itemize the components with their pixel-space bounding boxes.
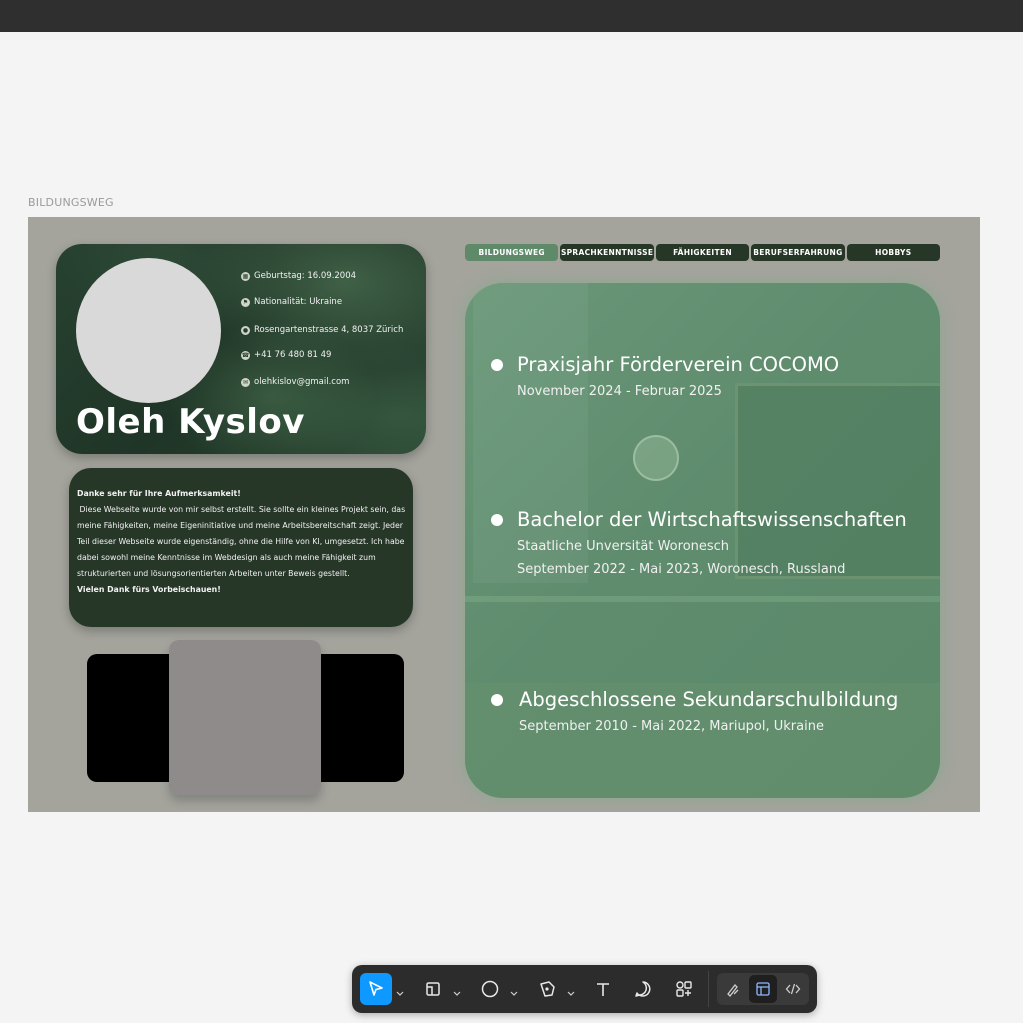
nationality-text: Nationalität: Ukraine bbox=[254, 297, 343, 307]
pen-icon bbox=[540, 981, 555, 997]
design-icon bbox=[756, 982, 770, 996]
classroom-window bbox=[473, 283, 588, 583]
frame-tool-button[interactable] bbox=[417, 973, 449, 1005]
location-icon: ● bbox=[241, 325, 250, 335]
message-body: Diese Webseite wurde von mir selbst erst… bbox=[77, 505, 406, 578]
assets-tool-button[interactable] bbox=[668, 973, 700, 1005]
media-placeholder-gray bbox=[169, 640, 321, 795]
dev-mode-button[interactable] bbox=[779, 975, 807, 1003]
entry-title: Praxisjahr Förderverein COCOMO bbox=[517, 353, 840, 376]
entry-title: Bachelor der Wirtschaftswissenschaften bbox=[517, 508, 907, 531]
comment-tool-button[interactable] bbox=[627, 973, 659, 1005]
classroom-board bbox=[735, 383, 940, 579]
clock-icon bbox=[633, 435, 679, 481]
profile-name: Oleh Kyslov bbox=[76, 402, 305, 442]
profile-card: Oleh Kyslov ▦ Geburtstag: 16.09.2004 ⚑ N… bbox=[56, 244, 426, 454]
birthday-text: Geburtstag: 16.09.2004 bbox=[254, 271, 357, 281]
text-icon bbox=[597, 983, 609, 996]
info-phone: ☎ +41 76 480 81 49 bbox=[241, 350, 331, 360]
address-text: Rosengartenstrasse 4, 8037 Zürich bbox=[254, 325, 404, 335]
avatar bbox=[76, 258, 221, 403]
info-email: ✉ olehkislov@gmail.com bbox=[241, 377, 349, 387]
shape-tool-chevron-down-icon[interactable] bbox=[510, 984, 518, 996]
cursor-icon bbox=[369, 981, 383, 996]
message-closing: Vielen Dank fürs Vorbeischauen! bbox=[77, 585, 221, 594]
mode-switcher bbox=[717, 973, 809, 1005]
shapes-plus-icon bbox=[676, 981, 692, 997]
tab-bildungsweg[interactable]: BILDUNGSWEG bbox=[465, 244, 559, 261]
flag-icon: ⚑ bbox=[241, 297, 250, 307]
bullet-icon bbox=[491, 694, 503, 706]
phone-text: +41 76 480 81 49 bbox=[254, 350, 332, 360]
design-mode-button[interactable] bbox=[749, 975, 777, 1003]
circle-icon bbox=[481, 980, 499, 998]
draw-icon bbox=[727, 984, 739, 997]
section-nav: BILDUNGSWEG SPRACHKENNTNISSE FÄHIGKEITEN… bbox=[465, 244, 941, 261]
pen-tool-chevron-down-icon[interactable] bbox=[567, 984, 575, 996]
bullet-icon bbox=[491, 359, 503, 371]
entry-institution: Staatliche Unversität Woronesch bbox=[517, 539, 730, 554]
shape-tool-button[interactable] bbox=[474, 973, 506, 1005]
tab-hobbys[interactable]: HOBBYS bbox=[846, 244, 941, 261]
bullet-icon bbox=[491, 514, 503, 526]
entry-date: November 2024 - Februar 2025 bbox=[517, 384, 722, 399]
info-address: ● Rosengartenstrasse 4, 8037 Zürich bbox=[241, 325, 403, 335]
calendar-icon: ▦ bbox=[241, 271, 250, 281]
frame-tool-chevron-down-icon[interactable] bbox=[453, 984, 461, 996]
pen-tool-button[interactable] bbox=[531, 973, 563, 1005]
message-heading: Danke sehr für Ihre Aufmerksamkeit! bbox=[77, 489, 241, 498]
code-icon bbox=[785, 983, 801, 995]
entry-date: September 2010 - Mai 2022, Mariupol, Ukr… bbox=[519, 719, 824, 734]
move-tool-button[interactable] bbox=[360, 973, 392, 1005]
draw-mode-button[interactable] bbox=[719, 975, 747, 1003]
email-text: olehkislov@gmail.com bbox=[254, 377, 350, 387]
design-toolbar bbox=[352, 965, 817, 1013]
tab-sprachkenntnisse[interactable]: SPRACHKENNTNISSE bbox=[560, 244, 654, 261]
tab-faehigkeiten[interactable]: FÄHIGKEITEN bbox=[655, 244, 750, 261]
move-tool-chevron-down-icon[interactable] bbox=[396, 984, 404, 996]
comment-icon bbox=[635, 981, 651, 997]
education-panel: Praxisjahr Förderverein COCOMO November … bbox=[465, 283, 940, 798]
message-card: Danke sehr für Ihre Aufmerksamkeit! Dies… bbox=[69, 468, 413, 627]
phone-icon: ☎ bbox=[241, 350, 250, 360]
message-text: Danke sehr für Ihre Aufmerksamkeit! Dies… bbox=[77, 486, 411, 598]
info-birthday: ▦ Geburtstag: 16.09.2004 bbox=[241, 271, 356, 281]
app-top-bar bbox=[0, 0, 1023, 32]
toolbar-divider bbox=[708, 971, 709, 1007]
entry-date: September 2022 - Mai 2023, Woronesch, Ru… bbox=[517, 562, 846, 577]
info-nationality: ⚑ Nationalität: Ukraine bbox=[241, 297, 342, 307]
frame-icon bbox=[426, 982, 440, 996]
tab-berufserfahrung[interactable]: BERUFSERFAHRUNG bbox=[751, 244, 845, 261]
entry-title: Abgeschlossene Sekundarschulbildung bbox=[519, 688, 899, 711]
design-frame[interactable]: Oleh Kyslov ▦ Geburtstag: 16.09.2004 ⚑ N… bbox=[28, 217, 980, 812]
frame-label[interactable]: BILDUNGSWEG bbox=[28, 196, 114, 209]
classroom-rail bbox=[465, 596, 940, 602]
text-tool-button[interactable] bbox=[587, 973, 619, 1005]
mail-icon: ✉ bbox=[241, 377, 250, 387]
